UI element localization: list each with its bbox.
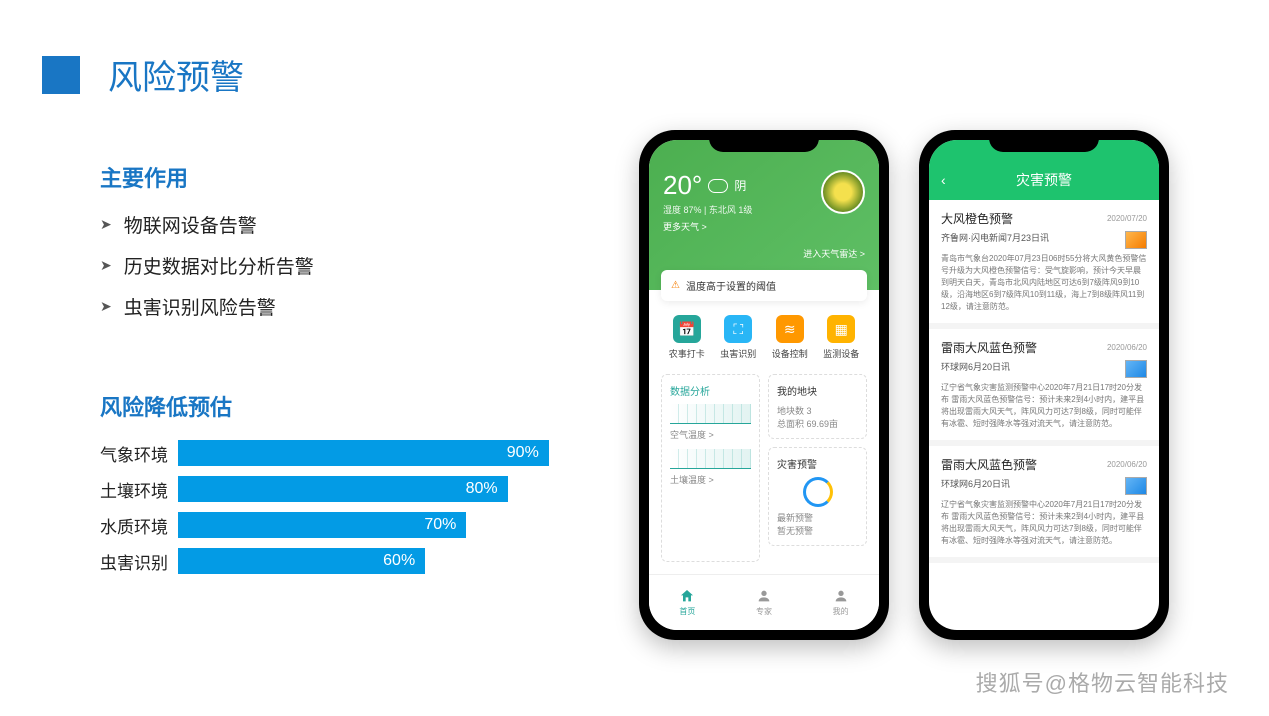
plot-count: 地块数 3 xyxy=(777,404,858,417)
warning-body: 辽宁省气象灾害监测预警中心2020年7月21日17时20分发布 雷雨大风蓝色预警… xyxy=(941,499,1147,547)
icon-monitor-device[interactable]: ▦ 监测设备 xyxy=(823,315,859,360)
watermark: 搜狐号@格物云智能科技 xyxy=(976,666,1229,698)
bar-row: 水质环境 70% xyxy=(100,512,590,538)
radar-link[interactable]: 进入天气雷达 > xyxy=(803,247,865,260)
warning-level-icon xyxy=(1125,477,1147,495)
tab-label: 首页 xyxy=(679,607,695,616)
warning-date: 2020/06/20 xyxy=(1107,343,1147,352)
warning-title: 大风橙色预警 xyxy=(941,210,1013,227)
more-weather-link[interactable]: 更多天气 > xyxy=(663,220,865,233)
warning-title: 雷雨大风蓝色预警 xyxy=(941,456,1037,473)
warning-body: 辽宁省气象灾害监测预警中心2020年7月21日17时20分发布 雷雨大风蓝色预警… xyxy=(941,382,1147,430)
calendar-icon: 📅 xyxy=(673,315,701,343)
warning-list-item[interactable]: 大风橙色预警 2020/07/20 齐鲁网·闪电新闻7月23日讯 青岛市气象台20… xyxy=(929,200,1159,329)
weather-condition: 阴 xyxy=(734,177,746,194)
warning-level-icon xyxy=(1125,231,1147,249)
warning-source: 齐鲁网·闪电新闻7月23日讯 xyxy=(941,231,1049,249)
tab-label: 我的 xyxy=(833,607,849,616)
icon-farm-checkin[interactable]: 📅 农事打卡 xyxy=(669,315,705,360)
cloud-icon xyxy=(708,179,728,193)
icon-label: 虫害识别 xyxy=(720,349,756,359)
warning-list-item[interactable]: 雷雨大风蓝色预警 2020/06/20 环球网6月20日讯 辽宁省气象灾害监测预警… xyxy=(929,446,1159,563)
no-warning-label: 暂无预警 xyxy=(777,524,858,537)
bar-value: 90% xyxy=(178,440,549,466)
warning-body: 青岛市气象台2020年07月23日06时55分将大风黄色预警信号升级为大风橙色预… xyxy=(941,253,1147,313)
header-accent-bar xyxy=(42,56,80,94)
tab-mine[interactable]: 我的 xyxy=(833,588,849,617)
icon-label: 农事打卡 xyxy=(669,349,705,359)
card-my-plots[interactable]: 我的地块 地块数 3 总面积 69.69亩 xyxy=(768,374,867,439)
back-button[interactable]: ‹ xyxy=(941,172,946,188)
avatar[interactable] xyxy=(821,170,865,214)
sparkline-icon xyxy=(670,404,751,424)
sparkline-icon xyxy=(670,449,751,469)
tab-label: 专家 xyxy=(756,607,772,616)
profile-icon xyxy=(833,588,849,604)
icon-device-control[interactable]: ≋ 设备控制 xyxy=(772,315,808,360)
alert-text: 温度高于设置的阈值 xyxy=(686,278,776,293)
signal-icon: ≋ xyxy=(776,315,804,343)
page-title: 风险预警 xyxy=(108,50,244,99)
home-icon xyxy=(679,588,695,604)
weather-header: 20°阴 湿度 87% | 东北风 1级 更多天气 > 进入天气雷达 > xyxy=(649,140,879,290)
user-icon xyxy=(756,588,772,604)
bar-label: 土壤环境 xyxy=(100,477,178,502)
chevron-right-icon: ➤ xyxy=(100,298,112,315)
bullet-text: 虫害识别风险告警 xyxy=(124,293,276,320)
bar-row: 气象环境 90% xyxy=(100,440,590,466)
tab-home[interactable]: 首页 xyxy=(679,588,695,617)
icon-label: 监测设备 xyxy=(823,349,859,359)
scan-icon: ⛶ xyxy=(724,315,752,343)
risk-bar-chart: 气象环境 90% 土壤环境 80% 水质环境 70% 虫害识别 60% xyxy=(100,440,590,574)
icon-label: 设备控制 xyxy=(772,349,808,359)
bullet-text: 历史数据对比分析告警 xyxy=(124,252,314,279)
bar-value: 80% xyxy=(178,476,508,502)
refresh-icon xyxy=(803,477,833,507)
plot-area: 总面积 69.69亩 xyxy=(777,417,858,430)
grid-icon: ▦ xyxy=(827,315,855,343)
warning-title: 雷雨大风蓝色预警 xyxy=(941,339,1037,356)
card-title: 数据分析 xyxy=(670,383,751,398)
icon-pest-detect[interactable]: ⛶ 虫害识别 xyxy=(720,315,756,360)
bar-row: 虫害识别 60% xyxy=(100,548,590,574)
chevron-right-icon: ➤ xyxy=(100,216,112,233)
chevron-right-icon: ➤ xyxy=(100,257,112,274)
warning-date: 2020/06/20 xyxy=(1107,460,1147,469)
bar-label: 虫害识别 xyxy=(100,549,178,574)
card-title: 我的地块 xyxy=(777,383,858,398)
warning-list-item[interactable]: 雷雨大风蓝色预警 2020/06/20 环球网6月20日讯 辽宁省气象灾害监测预警… xyxy=(929,329,1159,446)
nav-title: 灾害预警 xyxy=(1016,170,1072,190)
latest-warning-label: 最新预警 xyxy=(777,511,858,524)
tab-expert[interactable]: 专家 xyxy=(756,588,772,617)
card-data-analysis[interactable]: 数据分析 空气温度 > 土壤温度 > xyxy=(661,374,760,562)
warning-level-icon xyxy=(1125,360,1147,378)
air-temp-link: 空气温度 > xyxy=(670,428,751,441)
warning-date: 2020/07/20 xyxy=(1107,214,1147,223)
bar-label: 水质环境 xyxy=(100,513,178,538)
phone-mockup-home: 20°阴 湿度 87% | 东北风 1级 更多天气 > 进入天气雷达 > 温度高… xyxy=(639,130,889,640)
phone-notch xyxy=(989,130,1099,152)
soil-temp-link: 土壤温度 > xyxy=(670,473,751,486)
phone-notch xyxy=(709,130,819,152)
warning-source: 环球网6月20日讯 xyxy=(941,360,1010,378)
warning-source: 环球网6月20日讯 xyxy=(941,477,1010,495)
bar-value: 70% xyxy=(178,512,466,538)
temperature-value: 20° xyxy=(663,170,702,201)
card-title: 灾害预警 xyxy=(777,456,858,471)
bottom-tab-bar: 首页 专家 我的 xyxy=(649,574,879,630)
bar-row: 土壤环境 80% xyxy=(100,476,590,502)
bar-label: 气象环境 xyxy=(100,441,178,466)
bullet-text: 物联网设备告警 xyxy=(124,211,257,238)
card-disaster-warning[interactable]: 灾害预警 最新预警 暂无预警 xyxy=(768,447,867,546)
alert-banner[interactable]: 温度高于设置的阈值 xyxy=(661,270,867,301)
bar-value: 60% xyxy=(178,548,425,574)
phone-mockup-warnings: ‹ 灾害预警 大风橙色预警 2020/07/20 齐鲁网·闪电新闻7月23日讯 青… xyxy=(919,130,1169,640)
